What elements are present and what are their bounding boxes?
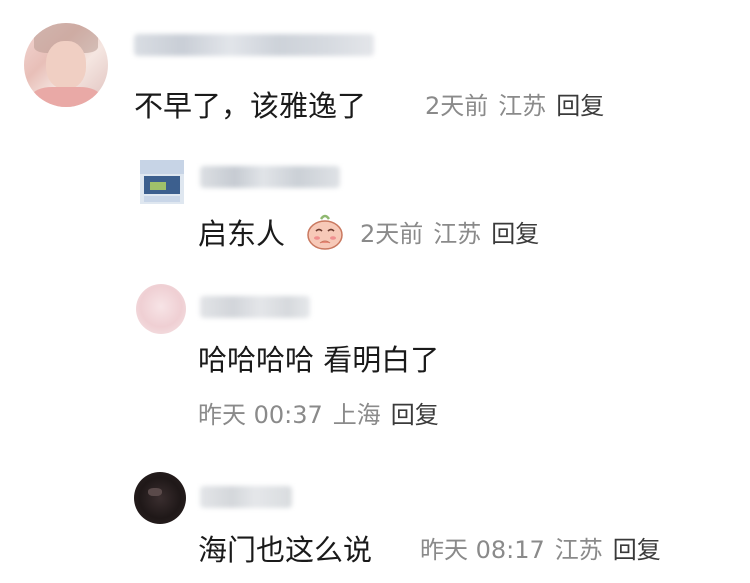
user-avatar[interactable] — [134, 472, 186, 524]
user-avatar[interactable] — [136, 284, 186, 334]
comment-meta: 2天前 江苏 回复 — [360, 219, 539, 249]
shy-pleading-emoji-icon — [307, 214, 343, 250]
comment-location: 江苏 — [433, 220, 482, 248]
user-avatar[interactable] — [140, 160, 184, 204]
comment-text: 海门也这么说 — [198, 533, 373, 567]
comment-time: 2天前 — [425, 92, 489, 120]
username-blurred[interactable] — [200, 296, 310, 318]
comment-location: 上海 — [332, 401, 381, 429]
reply-button[interactable]: 回复 — [391, 401, 439, 429]
comment-meta: 昨天 08:17 江苏 回复 — [420, 535, 661, 565]
username-blurred[interactable] — [200, 486, 292, 508]
user-avatar[interactable] — [24, 23, 108, 107]
comment-location: 江苏 — [554, 536, 603, 564]
comment-meta: 2天前 江苏 回复 — [425, 91, 604, 121]
reply-button[interactable]: 回复 — [556, 92, 604, 120]
reply-button[interactable]: 回复 — [613, 536, 661, 564]
comment-meta: 昨天 00:37 上海 回复 — [198, 400, 439, 430]
reply-button[interactable]: 回复 — [491, 220, 539, 248]
username-blurred[interactable] — [200, 166, 340, 188]
comment-time: 昨天 08:17 — [420, 536, 545, 564]
comment-text: 不早了，该雅逸了 — [134, 89, 367, 123]
comment-time: 2天前 — [360, 220, 424, 248]
username-blurred[interactable] — [134, 34, 374, 56]
comment-text: 哈哈哈哈 看明白了 — [198, 343, 440, 377]
comment-location: 江苏 — [498, 92, 547, 120]
comment-text: 启东人 — [198, 217, 286, 251]
comment-time: 昨天 00:37 — [198, 401, 323, 429]
